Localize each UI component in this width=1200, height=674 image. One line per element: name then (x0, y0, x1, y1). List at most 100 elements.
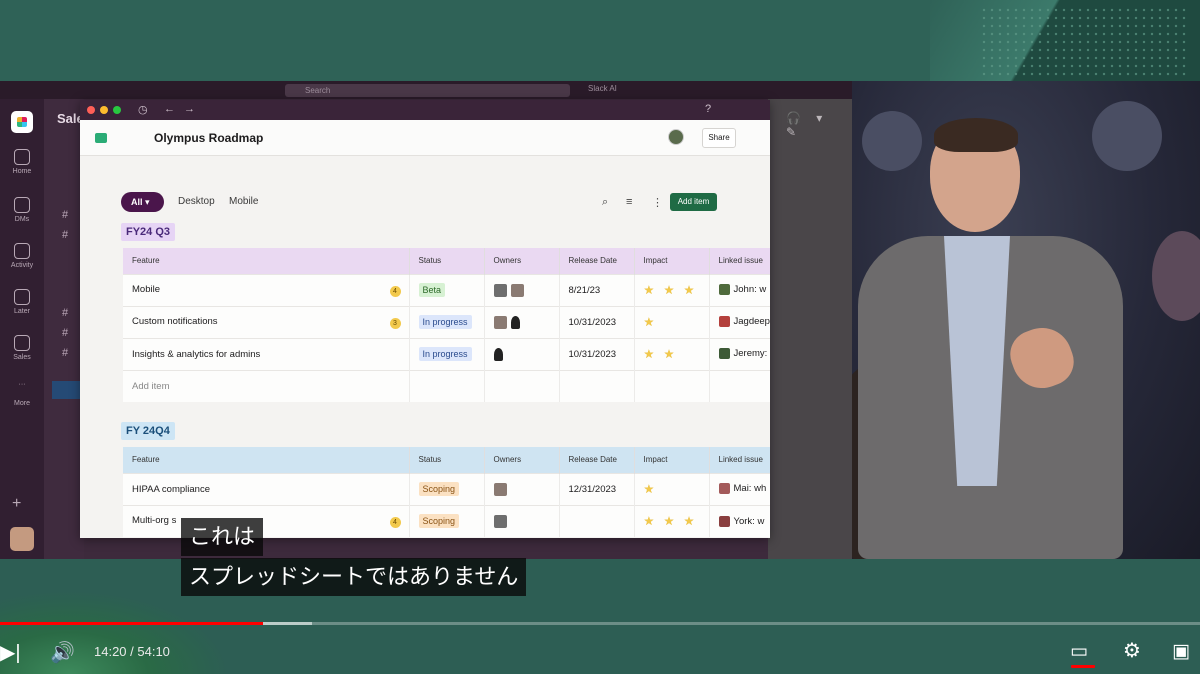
rail-item-dms[interactable]: DMs (0, 197, 44, 223)
linked-issue-cell[interactable]: John: w (709, 273, 770, 306)
app-header: Olympus Roadmap Share (80, 120, 770, 156)
filter-icon[interactable]: ≡ (626, 196, 632, 208)
status-cell[interactable]: In progress (409, 337, 485, 370)
rail-item-activity[interactable]: Activity (0, 243, 44, 269)
channel-hash[interactable]: # (62, 229, 68, 241)
headphones-icon[interactable]: 🎧 ▾ ✎ (786, 111, 852, 139)
star-rating: ★ ★ ★ (643, 283, 698, 297)
owners-cell[interactable] (484, 472, 560, 505)
tab-mobile[interactable]: Mobile (229, 196, 258, 207)
column-header[interactable]: Impact (634, 447, 710, 473)
channel-hash[interactable]: # (62, 209, 68, 221)
feature-cell[interactable]: Insights & analytics for admins (123, 337, 410, 370)
section-label[interactable]: FY24 Q3 (121, 223, 176, 241)
search-icon[interactable]: ⌕ (602, 196, 608, 209)
table-row[interactable]: HIPAA compliance Scoping 12/31/2023 ★ Ma… (123, 472, 770, 505)
linked-issue-cell[interactable]: Mai: wh (709, 472, 770, 505)
column-header[interactable]: Owners (484, 248, 560, 274)
column-header[interactable]: Feature (123, 248, 410, 274)
feature-cell[interactable]: Mobile 4 (123, 273, 410, 306)
filter-all-dropdown[interactable]: All ▾ (121, 192, 164, 212)
status-cell[interactable]: In progress (409, 305, 485, 338)
table-row[interactable]: Custom notifications 3 In progress 10/31/… (123, 305, 770, 338)
rail-item-later[interactable]: Later (0, 289, 44, 315)
owners-cell[interactable] (484, 273, 560, 306)
minimize-window-button[interactable] (100, 106, 108, 114)
slack-search-input[interactable]: Search (285, 84, 570, 97)
avatar[interactable] (668, 129, 684, 145)
miniplayer-icon[interactable]: ▣ (1172, 640, 1190, 663)
impact-cell[interactable]: ★ (634, 305, 710, 338)
table-row[interactable]: Insights & analytics for admins In progr… (123, 337, 770, 370)
linked-issue-cell[interactable]: York: w (709, 504, 770, 537)
column-header[interactable]: Impact (634, 248, 710, 274)
back-arrow-icon[interactable]: ← (164, 103, 175, 115)
column-header[interactable]: Status (409, 248, 485, 274)
comment-count-badge[interactable]: 3 (389, 317, 401, 329)
forward-arrow-icon[interactable]: → (184, 103, 195, 115)
column-header[interactable]: Feature (123, 447, 410, 473)
section-label[interactable]: FY 24Q4 (121, 422, 175, 440)
tab-desktop[interactable]: Desktop (178, 196, 215, 207)
comment-count-badge[interactable]: 4 (389, 516, 401, 528)
zoom-window-button[interactable] (113, 106, 121, 114)
rail-item-home[interactable]: Home (0, 149, 44, 175)
status-cell[interactable]: Beta (409, 273, 485, 306)
close-window-button[interactable] (87, 106, 95, 114)
impact-cell[interactable]: ★ (634, 472, 710, 505)
column-header[interactable]: Linked issue (709, 447, 770, 473)
feature-cell[interactable]: HIPAA compliance (123, 472, 410, 505)
feature-name: Mobile (132, 283, 160, 295)
release-date-cell[interactable] (559, 504, 635, 537)
table-row[interactable]: Mobile 4 Beta 8/21/23 ★ ★ ★ John: w (123, 273, 770, 306)
slack-logo-icon[interactable] (11, 111, 33, 133)
release-date-cell[interactable]: 12/31/2023 (559, 472, 635, 505)
subtitles-icon[interactable]: ▭ (1070, 640, 1088, 663)
column-header[interactable]: Status (409, 447, 485, 473)
help-icon[interactable]: ? (705, 103, 711, 115)
impact-cell[interactable]: ★ ★ ★ (634, 504, 710, 537)
avatar[interactable] (10, 527, 34, 551)
status-cell[interactable]: Scoping (409, 472, 485, 505)
impact-cell[interactable]: ★ ★ ★ (634, 273, 710, 306)
owners-cell[interactable] (484, 504, 560, 537)
feature-name: Insights & analytics for admins (132, 348, 261, 360)
settings-icon[interactable]: ⚙ (1123, 638, 1141, 663)
add-item-cell[interactable]: Add item (123, 369, 410, 402)
column-header[interactable]: Linked issue (709, 248, 770, 274)
status-badge: Scoping (418, 482, 460, 496)
progress-played[interactable] (0, 622, 263, 625)
linked-issue-cell[interactable]: Jagdeep (709, 305, 770, 338)
add-item-row[interactable]: Add item (123, 369, 770, 402)
release-date-cell[interactable]: 10/31/2023 (559, 337, 635, 370)
feature-cell[interactable]: Multi-org s 4 (123, 504, 410, 537)
column-header[interactable]: Release Date (559, 248, 635, 274)
column-header[interactable]: Owners (484, 447, 560, 473)
linked-issue-cell[interactable]: Jeremy: (709, 337, 770, 370)
rail-item-sales[interactable]: Sales (0, 335, 44, 361)
add-workspace-icon[interactable]: + (12, 495, 21, 513)
owners-cell[interactable] (484, 337, 560, 370)
rail-item-more[interactable]: ··· More (0, 381, 44, 407)
clock-icon[interactable]: ◷ (138, 103, 148, 116)
release-date-cell[interactable]: 8/21/23 (559, 273, 635, 306)
add-item-button[interactable]: Add item (670, 193, 717, 211)
release-date-cell[interactable]: 10/31/2023 (559, 305, 635, 338)
status-cell[interactable]: Scoping (409, 504, 485, 537)
channel-hash[interactable]: # (62, 347, 68, 359)
owners-cell[interactable] (484, 305, 560, 338)
more-icon: ··· (18, 381, 26, 388)
slack-ai-label[interactable]: Slack AI (588, 84, 617, 93)
skip-next-icon[interactable]: ▶| (0, 640, 21, 665)
feature-cell[interactable]: Custom notifications 3 (123, 305, 410, 338)
column-header[interactable]: Release Date (559, 447, 635, 473)
volume-icon[interactable]: 🔊 (50, 640, 75, 665)
channel-hash[interactable]: # (62, 307, 68, 319)
list-app-window: ◷ ← → ? Olympus Roadmap Share All ▾ Desk… (80, 100, 770, 538)
comment-count-badge[interactable]: 4 (389, 285, 401, 297)
impact-cell[interactable]: ★ ★ (634, 337, 710, 370)
rail-label: Home (12, 168, 32, 175)
share-button[interactable]: Share (702, 128, 736, 148)
more-vertical-icon[interactable]: ⋮ (652, 196, 663, 209)
channel-hash[interactable]: # (62, 327, 68, 339)
